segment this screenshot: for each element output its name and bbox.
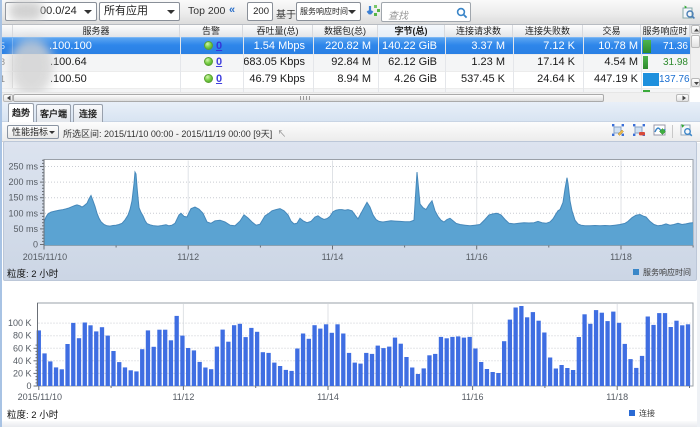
svg-text:80 K: 80 K [13, 331, 32, 341]
svg-text:20 K: 20 K [13, 368, 32, 378]
svg-text:0: 0 [26, 381, 31, 391]
svg-text:11/12: 11/12 [172, 392, 194, 402]
svg-text:2015/11/10: 2015/11/10 [18, 392, 62, 402]
svg-text:40 K: 40 K [13, 356, 32, 366]
svg-text:60 K: 60 K [13, 343, 32, 353]
svg-text:11/18: 11/18 [606, 392, 628, 402]
svg-text:100 K: 100 K [8, 318, 32, 328]
svg-text:11/16: 11/16 [462, 392, 484, 402]
svg-text:11/14: 11/14 [317, 392, 339, 402]
